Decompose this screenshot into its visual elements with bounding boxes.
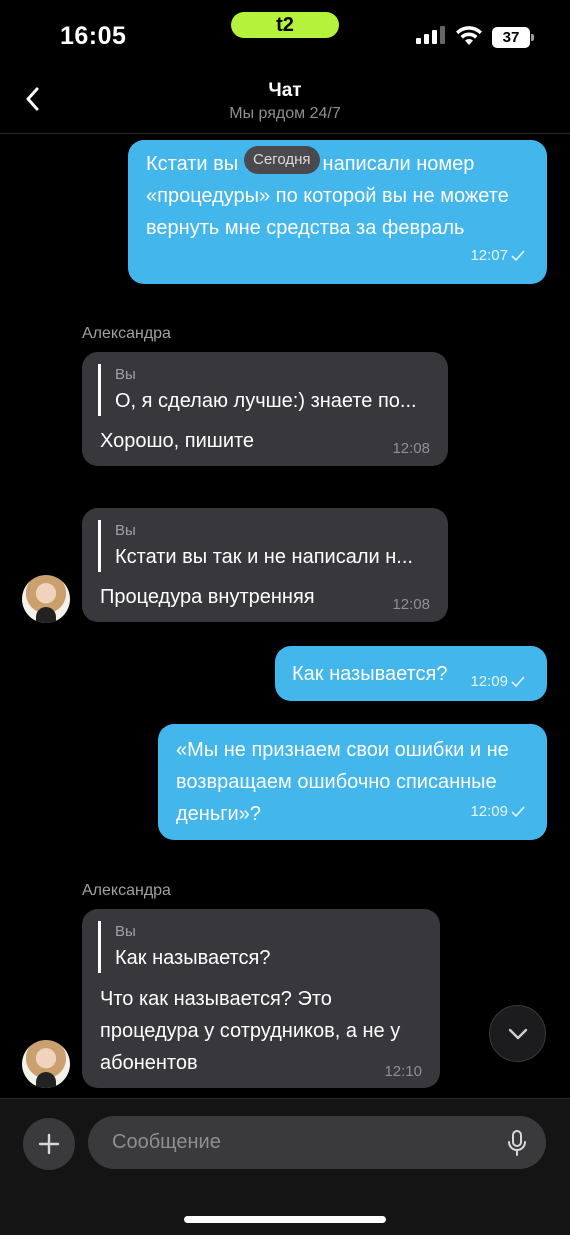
scroll-to-bottom-button[interactable]: [489, 1005, 546, 1062]
message-timestamp: 12:09: [470, 666, 525, 698]
agent-avatar[interactable]: [22, 575, 70, 623]
message-outgoing[interactable]: «Мы не признаем свои ошибки и не возвращ…: [158, 724, 547, 840]
message-input[interactable]: Сообщение: [88, 1116, 546, 1169]
quote-author: Вы: [115, 522, 136, 539]
message-timestamp: 12:08: [392, 440, 430, 457]
message-outgoing[interactable]: Как называется? 12:09: [275, 646, 547, 701]
read-check-icon: [511, 806, 525, 818]
message-line: Хорошо, пишите: [100, 430, 255, 452]
time-label: 12:09: [470, 673, 508, 690]
chevron-down-icon: [508, 1028, 527, 1039]
message-timestamp: 12:09: [470, 796, 525, 828]
reply-quote[interactable]: Вы Как называется?: [98, 921, 270, 973]
message-line: Кстати вы так и не написали номер: [146, 153, 475, 175]
chat-header: Чат Мы рядом 24/7: [0, 76, 570, 134]
agent-avatar[interactable]: [22, 1040, 70, 1088]
carrier-indicator[interactable]: t2: [231, 12, 339, 38]
read-check-icon: [511, 676, 525, 688]
status-time: 16:05: [60, 22, 127, 50]
message-outgoing[interactable]: Кстати вы так и не написали номер «проце…: [128, 140, 547, 284]
message-line: деньги»?: [176, 803, 261, 825]
date-divider: Сегодня: [244, 146, 320, 174]
cellular-signal-icon: [416, 26, 445, 44]
message-line: Процедура внутренняя: [100, 586, 315, 608]
plus-icon: [38, 1133, 60, 1155]
reply-quote[interactable]: Вы О, я сделаю лучше:) знаете по...: [98, 364, 417, 416]
message-line: Как называется?: [292, 663, 448, 685]
status-bar: 16:05 t2 37: [0, 0, 570, 76]
message-text: «Мы не признаем свои ошибки и не возвращ…: [176, 734, 509, 830]
message-line: «Мы не признаем свои ошибки и не: [176, 739, 509, 761]
message-line: процедура у сотрудников, а не у: [100, 1020, 401, 1042]
message-line: «процедуры» по которой вы не можете: [146, 185, 509, 207]
quote-text: Как называется?: [115, 947, 271, 969]
message-composer: Сообщение: [0, 1098, 570, 1235]
time-label: 12:07: [470, 247, 508, 264]
reply-quote[interactable]: Вы Кстати вы так и не написали н...: [98, 520, 413, 572]
microphone-icon[interactable]: [506, 1129, 528, 1157]
chat-title: Чат: [268, 80, 302, 101]
message-timestamp: 12:08: [392, 596, 430, 613]
message-timestamp: 12:07: [470, 240, 525, 272]
quote-author: Вы: [115, 923, 136, 940]
message-incoming[interactable]: Вы Как называется? Что как называется? Э…: [82, 909, 440, 1088]
message-incoming[interactable]: Вы О, я сделаю лучше:) знаете по... Хоро…: [82, 352, 448, 466]
battery-icon: 37: [492, 27, 534, 48]
home-indicator: [184, 1216, 386, 1223]
attach-button[interactable]: [23, 1118, 75, 1170]
message-timestamp: 12:10: [384, 1063, 422, 1080]
sender-name: Александра: [82, 325, 171, 342]
message-line: вернуть мне средства за февраль: [146, 217, 465, 239]
time-label: 12:09: [470, 803, 508, 820]
message-incoming[interactable]: Вы Кстати вы так и не написали н... Проц…: [82, 508, 448, 622]
message-line: возвращаем ошибочно списанные: [176, 771, 497, 793]
quote-author: Вы: [115, 366, 136, 383]
read-check-icon: [511, 250, 525, 262]
quote-text: О, я сделаю лучше:) знаете по...: [115, 390, 417, 412]
message-text: Что как называется? Это процедура у сотр…: [100, 983, 400, 1079]
sender-name: Александра: [82, 882, 171, 899]
quote-text: Кстати вы так и не написали н...: [115, 546, 413, 568]
message-line: Что как называется? Это: [100, 988, 332, 1010]
chat-subtitle: Мы рядом 24/7: [229, 105, 341, 122]
message-line: абонентов: [100, 1052, 198, 1074]
wifi-icon: [456, 26, 482, 45]
message-input-placeholder: Сообщение: [112, 1131, 221, 1153]
message-text: Кстати вы так и не написали номер «проце…: [146, 148, 509, 244]
